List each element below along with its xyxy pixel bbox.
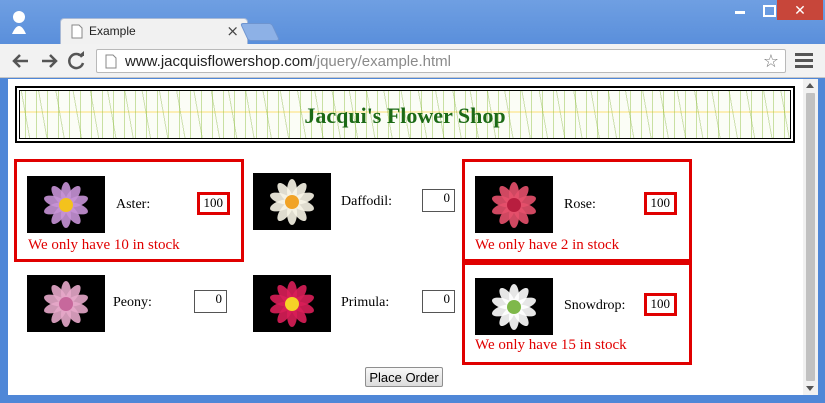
stock-warning: We only have 10 in stock: [28, 237, 180, 253]
flower-image: [253, 173, 331, 230]
close-window-button[interactable]: ✕: [777, 0, 823, 20]
product-primula: Primula: 0: [240, 262, 470, 365]
banner-background: Jacqui's Flower Shop: [19, 90, 791, 139]
quantity-input[interactable]: 100: [644, 192, 677, 215]
tab-close-icon[interactable]: ×: [226, 22, 239, 40]
page-title: Jacqui's Flower Shop: [304, 103, 506, 128]
url-text[interactable]: www.jacquisflowershop.com/jquery/example…: [125, 53, 451, 70]
minimize-button[interactable]: [728, 0, 752, 20]
quantity-input[interactable]: 100: [644, 293, 677, 316]
stock-warning: We only have 15 in stock: [475, 337, 627, 353]
url-host: www.jacquisflowershop.com: [125, 53, 313, 70]
bookmark-star-icon[interactable]: ☆: [763, 51, 779, 72]
flower-image: [27, 275, 105, 332]
scroll-down-icon[interactable]: [806, 386, 814, 391]
flower-image: [253, 275, 331, 332]
flower-image: [475, 176, 553, 233]
close-icon: ✕: [794, 3, 806, 19]
page-icon: [105, 54, 117, 69]
product-aster: Aster: 100 We only have 10 in stock: [14, 159, 244, 262]
quantity-input[interactable]: 100: [197, 192, 230, 215]
product-label: Peony:: [113, 295, 152, 310]
product-rose: Rose: 100 We only have 2 in stock: [462, 159, 692, 262]
product-daffodil: Daffodil: 0: [240, 159, 470, 262]
browser-toolbar: www.jacquisflowershop.com/jquery/example…: [0, 44, 825, 78]
product-label: Snowdrop:: [564, 298, 626, 313]
browser-tab[interactable]: Example ×: [60, 18, 248, 44]
url-path: /jquery/example.html: [312, 53, 451, 70]
quantity-input[interactable]: 0: [422, 189, 455, 212]
product-label: Rose:: [564, 197, 596, 212]
product-label: Daffodil:: [341, 194, 393, 209]
tab-title: Example: [89, 24, 136, 38]
vertical-scrollbar[interactable]: [803, 79, 818, 395]
flower-image: [475, 278, 553, 335]
place-order-button[interactable]: Place Order: [365, 367, 443, 387]
reload-icon[interactable]: [66, 51, 88, 71]
quantity-input[interactable]: 0: [194, 290, 227, 313]
page-icon: [71, 24, 83, 39]
scroll-thumb[interactable]: [806, 93, 815, 381]
back-icon[interactable]: [10, 51, 32, 71]
page-viewport: Jacqui's Flower Shop Aster: 100 We only …: [8, 79, 818, 395]
quantity-input[interactable]: 0: [422, 290, 455, 313]
forward-icon[interactable]: [38, 51, 60, 71]
product-snowdrop: Snowdrop: 100 We only have 15 in stock: [462, 262, 692, 365]
product-label: Primula:: [341, 295, 390, 310]
profile-icon[interactable]: [10, 10, 28, 34]
product-label: Aster:: [116, 197, 151, 212]
stock-warning: We only have 2 in stock: [475, 237, 620, 253]
page-header: Jacqui's Flower Shop: [15, 86, 795, 143]
scroll-up-icon[interactable]: [806, 83, 814, 88]
flower-image: [27, 176, 105, 233]
product-peony: Peony: 0: [14, 262, 244, 365]
menu-icon[interactable]: [795, 53, 813, 69]
address-bar[interactable]: www.jacquisflowershop.com/jquery/example…: [96, 49, 786, 73]
browser-titlebar: Example × ✕: [0, 0, 825, 44]
